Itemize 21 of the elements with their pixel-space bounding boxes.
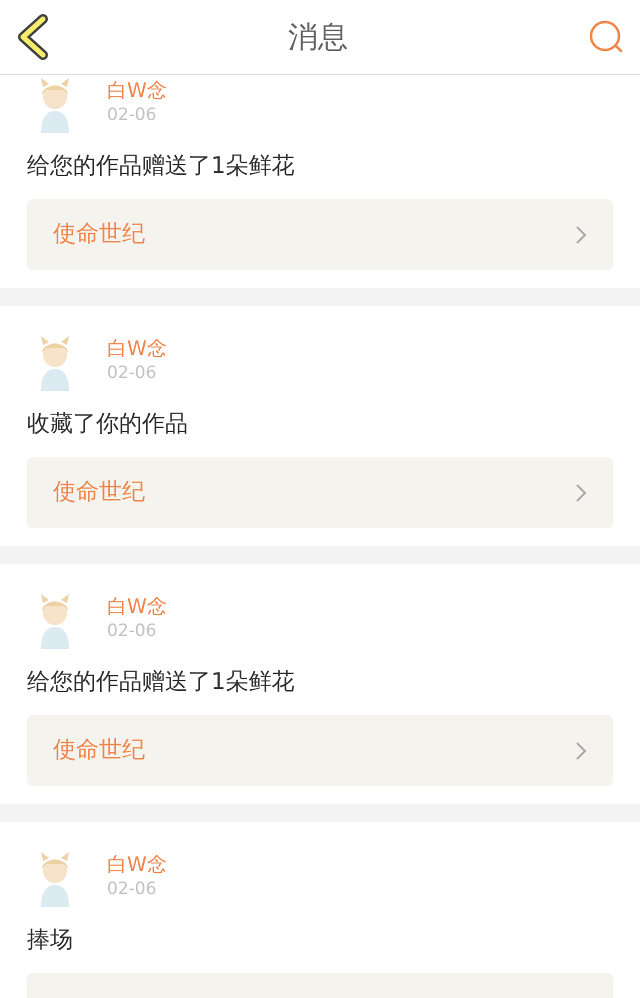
message-text: 给您的作品赠送了1朵鲜花 (27, 152, 296, 181)
work-link[interactable]: 使命世纪 (27, 457, 613, 528)
chevron-icon (575, 224, 587, 244)
work-link[interactable]: 使命世纪 (27, 715, 613, 786)
chevron-icon (575, 740, 587, 760)
chevron-icon (575, 482, 587, 502)
user-name[interactable]: 白W念 (107, 335, 167, 361)
message-text: 给您的作品赠送了1朵鲜花 (27, 668, 296, 697)
search-icon[interactable] (588, 19, 624, 55)
message-text: 捧场 (27, 926, 74, 955)
work-link[interactable]: 使命世纪 (27, 199, 613, 270)
message-date: 02-06 (107, 878, 158, 901)
user-name[interactable]: 白W念 (107, 851, 167, 877)
user-name[interactable]: 白W念 (107, 77, 167, 103)
message-date: 02-06 (107, 620, 158, 643)
page-title: 消息 (288, 18, 348, 56)
back-icon[interactable] (16, 14, 48, 60)
user-name[interactable]: 白W念 (107, 593, 167, 619)
message-text: 收藏了你的作品 (27, 410, 189, 439)
message-date: 02-06 (107, 104, 158, 127)
message-date: 02-06 (107, 362, 158, 385)
